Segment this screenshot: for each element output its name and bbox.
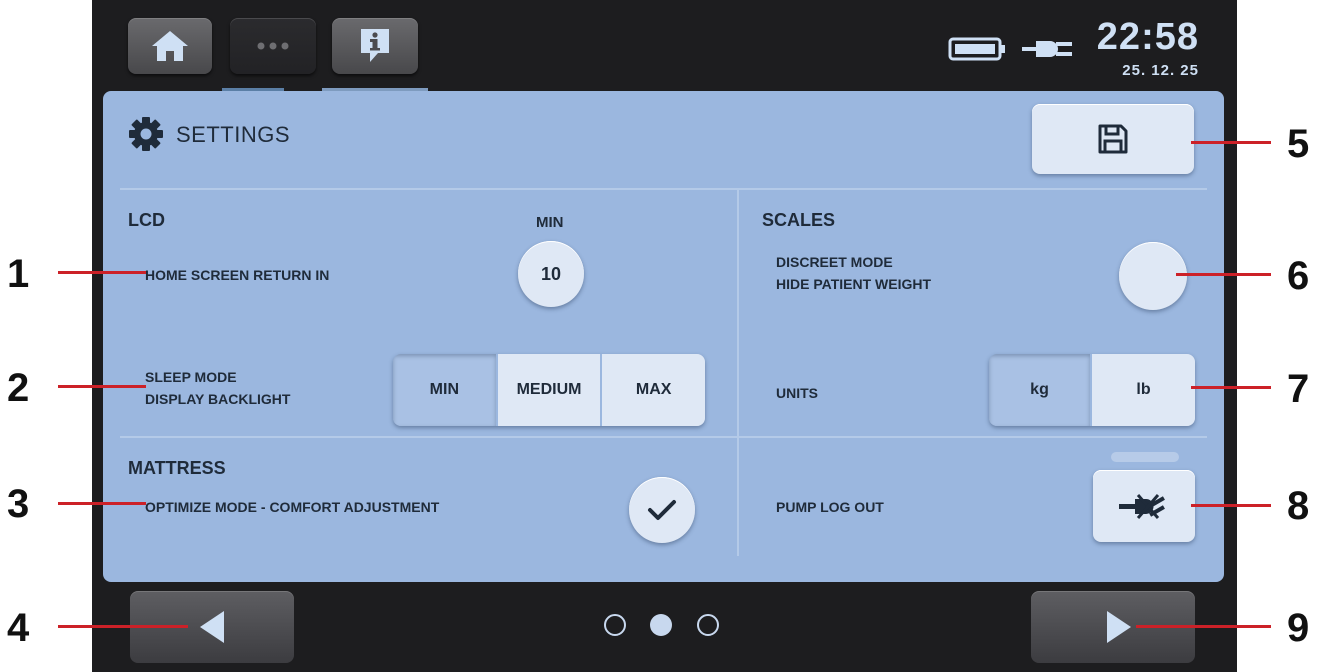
min-unit-label: MIN: [536, 214, 564, 231]
home-button[interactable]: [128, 18, 212, 74]
discreet-mode-label-1: DISCREET MODE: [776, 254, 893, 270]
save-button[interactable]: [1032, 104, 1194, 174]
page-dot-3[interactable]: [697, 614, 719, 636]
units-label: UNITS: [776, 385, 818, 401]
info-button[interactable]: [332, 18, 418, 74]
left-arrow-icon: [200, 611, 224, 643]
unit-kg-option[interactable]: kg: [989, 354, 1091, 426]
callout-line-1: [58, 271, 146, 274]
callout-line-9: [1136, 625, 1271, 628]
page-dot-1[interactable]: [604, 614, 626, 636]
optimize-mode-toggle[interactable]: [629, 477, 695, 543]
pump-logout-label: PUMP LOG OUT: [776, 499, 884, 515]
gear-icon: [129, 117, 163, 151]
page-dot-2-active[interactable]: [650, 614, 672, 636]
info-icon: [361, 29, 389, 62]
callout-line-4: [58, 625, 188, 628]
page-title: SETTINGS: [176, 122, 291, 147]
mattress-heading: MATTRESS: [128, 458, 226, 478]
callout-number-7: 7: [1287, 367, 1310, 411]
more-dots-icon: [257, 42, 289, 50]
callout-line-7: [1191, 386, 1271, 389]
power-plug-icon: [1022, 41, 1072, 57]
callout-number-2: 2: [7, 366, 30, 410]
callout-number-1: 1: [7, 252, 30, 296]
home-return-value-button[interactable]: 10: [518, 241, 584, 307]
backlight-max-option[interactable]: MAX: [600, 354, 705, 426]
clock-date: 25. 12. 25: [1122, 62, 1199, 79]
callout-line-3: [58, 502, 146, 505]
pump-logout-icon: [1119, 494, 1165, 519]
sleep-mode-label-2: DISPLAY BACKLIGHT: [145, 391, 291, 407]
callout-number-9: 9: [1287, 606, 1310, 650]
backlight-medium-option[interactable]: MEDIUM: [495, 354, 601, 426]
home-return-label: HOME SCREEN RETURN IN: [145, 267, 330, 283]
floppy-disk-icon: [1098, 124, 1128, 154]
callout-number-6: 6: [1287, 254, 1310, 298]
discreet-mode-toggle[interactable]: [1119, 242, 1187, 310]
callout-number-3: 3: [7, 482, 30, 526]
callout-line-6: [1176, 273, 1271, 276]
scales-heading: SCALES: [762, 210, 836, 230]
callout-line-5: [1191, 141, 1271, 144]
battery-icon: [948, 37, 1005, 61]
divider-top: [120, 188, 1207, 190]
callout-number-4: 4: [7, 606, 30, 650]
clock-time: 22:58: [1096, 16, 1199, 58]
unit-lb-option[interactable]: lb: [1090, 354, 1195, 426]
more-button[interactable]: [230, 18, 316, 74]
pump-logout-button[interactable]: [1093, 470, 1195, 542]
discreet-mode-label-2: HIDE PATIENT WEIGHT: [776, 276, 932, 292]
divider-middle: [120, 436, 1207, 438]
callout-line-2: [58, 385, 146, 388]
lcd-heading: LCD: [128, 210, 165, 230]
sleep-mode-label-1: SLEEP MODE: [145, 369, 237, 385]
home-icon: [152, 31, 188, 61]
optimize-mode-label: OPTIMIZE MODE - COMFORT ADJUSTMENT: [145, 499, 440, 515]
pump-status-bar: [1111, 452, 1179, 462]
callout-number-8: 8: [1287, 484, 1310, 528]
right-arrow-icon: [1107, 611, 1131, 643]
check-icon: [648, 500, 676, 520]
callout-line-8: [1191, 504, 1271, 507]
backlight-selector: MIN MEDIUM MAX: [393, 354, 705, 426]
backlight-min-option[interactable]: MIN: [393, 354, 496, 426]
units-selector: kg lb: [989, 354, 1195, 426]
divider-vertical: [737, 190, 739, 556]
callout-number-5: 5: [1287, 122, 1310, 166]
